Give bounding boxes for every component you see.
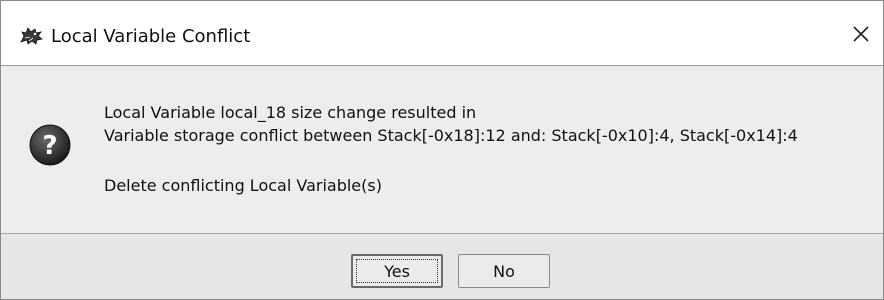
message-line-3: Delete conflicting Local Variable(s) <box>104 176 382 195</box>
button-bar: Yes No <box>1 234 883 299</box>
yes-button[interactable]: Yes <box>351 254 443 288</box>
svg-text:?: ? <box>42 131 57 161</box>
message-line-2: Variable storage conflict between Stack[… <box>104 126 798 145</box>
dialog-window: Local Variable Conflict ? Local Variable… <box>0 0 884 300</box>
question-icon: ? <box>28 123 72 167</box>
focus-ring <box>356 259 438 283</box>
dialog-body: ? Local Variable local_18 size change re… <box>1 66 883 231</box>
dialog-title: Local Variable Conflict <box>51 26 251 47</box>
ghidra-dragon-icon <box>18 24 44 46</box>
message-line-1: Local Variable local_18 size change resu… <box>104 103 477 122</box>
title-bar[interactable]: Local Variable Conflict <box>1 1 883 66</box>
no-button-label: No <box>493 261 515 281</box>
close-icon[interactable] <box>849 22 873 46</box>
no-button[interactable]: No <box>458 254 550 288</box>
